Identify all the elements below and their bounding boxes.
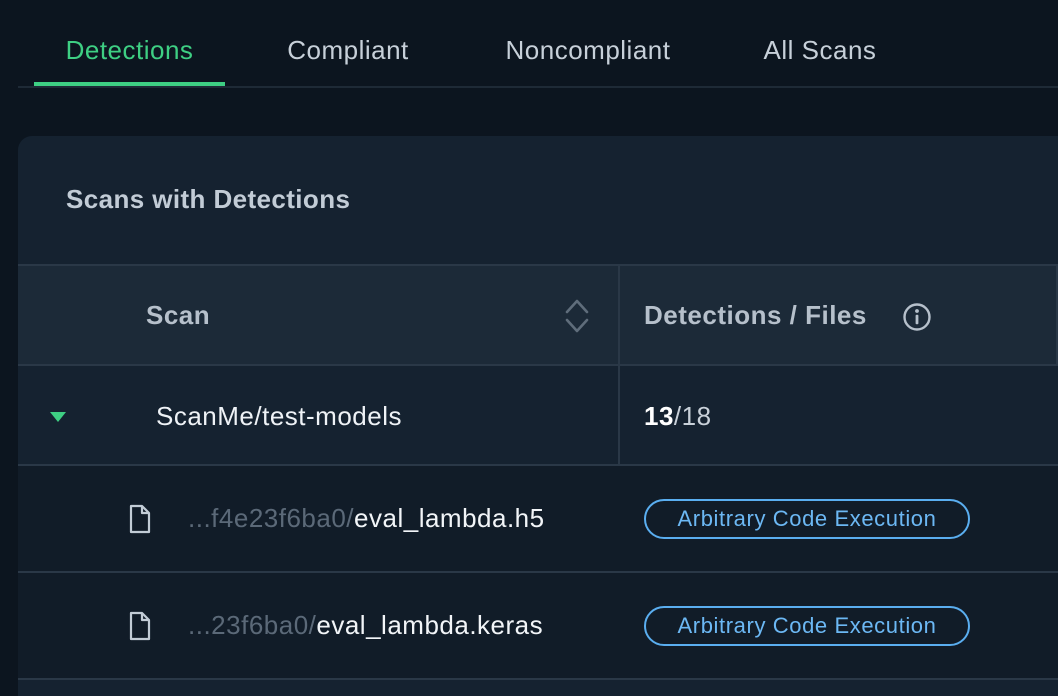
column-header-detections-files: Detections / Files <box>644 300 867 330</box>
scan-group-row[interactable]: ScanMe/test-models 13/18 <box>18 366 1058 466</box>
file-path-prefix: ...23f6ba0/ <box>188 610 317 640</box>
sort-icon[interactable] <box>564 298 590 334</box>
tab-compliant[interactable]: Compliant <box>264 30 432 88</box>
caret-down-icon[interactable] <box>48 410 68 424</box>
column-header-scan[interactable]: Scan <box>146 266 210 364</box>
tab-bar: Detections Compliant Noncompliant All Sc… <box>18 0 1058 88</box>
tab-detections[interactable]: Detections <box>34 30 225 88</box>
file-path-prefix: ...f4e23f6ba0/ <box>188 503 355 533</box>
tab-noncompliant[interactable]: Noncompliant <box>484 30 692 88</box>
scan-name[interactable]: ScanMe/test-models <box>156 366 402 466</box>
active-tab-indicator <box>34 82 225 86</box>
file-name: eval_lambda.keras <box>316 610 544 640</box>
scans-table: Scan Detections / Files ScanMe/test-mode… <box>18 264 1058 680</box>
file-name: eval_lambda.h5 <box>354 503 545 533</box>
table-row[interactable]: ...f4e23f6ba0/eval_lambda.h5 Arbitrary C… <box>18 466 1058 573</box>
card-title: Scans with Detections <box>66 184 351 214</box>
info-icon[interactable] <box>902 302 932 332</box>
detections-number: 13 <box>644 401 674 431</box>
file-path[interactable]: ...f4e23f6ba0/eval_lambda.h5 <box>188 466 545 571</box>
file-icon <box>129 611 151 641</box>
table-header: Scan Detections / Files <box>18 264 1058 366</box>
file-icon <box>129 504 151 534</box>
detections-count: 13/18 <box>644 366 712 466</box>
column-divider <box>618 366 620 466</box>
count-separator: / <box>673 401 682 431</box>
table-row[interactable]: ...23f6ba0/eval_lambda.keras Arbitrary C… <box>18 573 1058 680</box>
detection-badge: Arbitrary Code Execution <box>644 499 970 539</box>
column-divider <box>618 266 620 364</box>
detection-badge: Arbitrary Code Execution <box>644 606 970 646</box>
tab-all-scans[interactable]: All Scans <box>746 30 894 88</box>
files-number: 18 <box>681 401 712 431</box>
file-path[interactable]: ...23f6ba0/eval_lambda.keras <box>188 573 543 678</box>
scans-card: Scans with Detections Scan Detections / … <box>18 136 1058 696</box>
